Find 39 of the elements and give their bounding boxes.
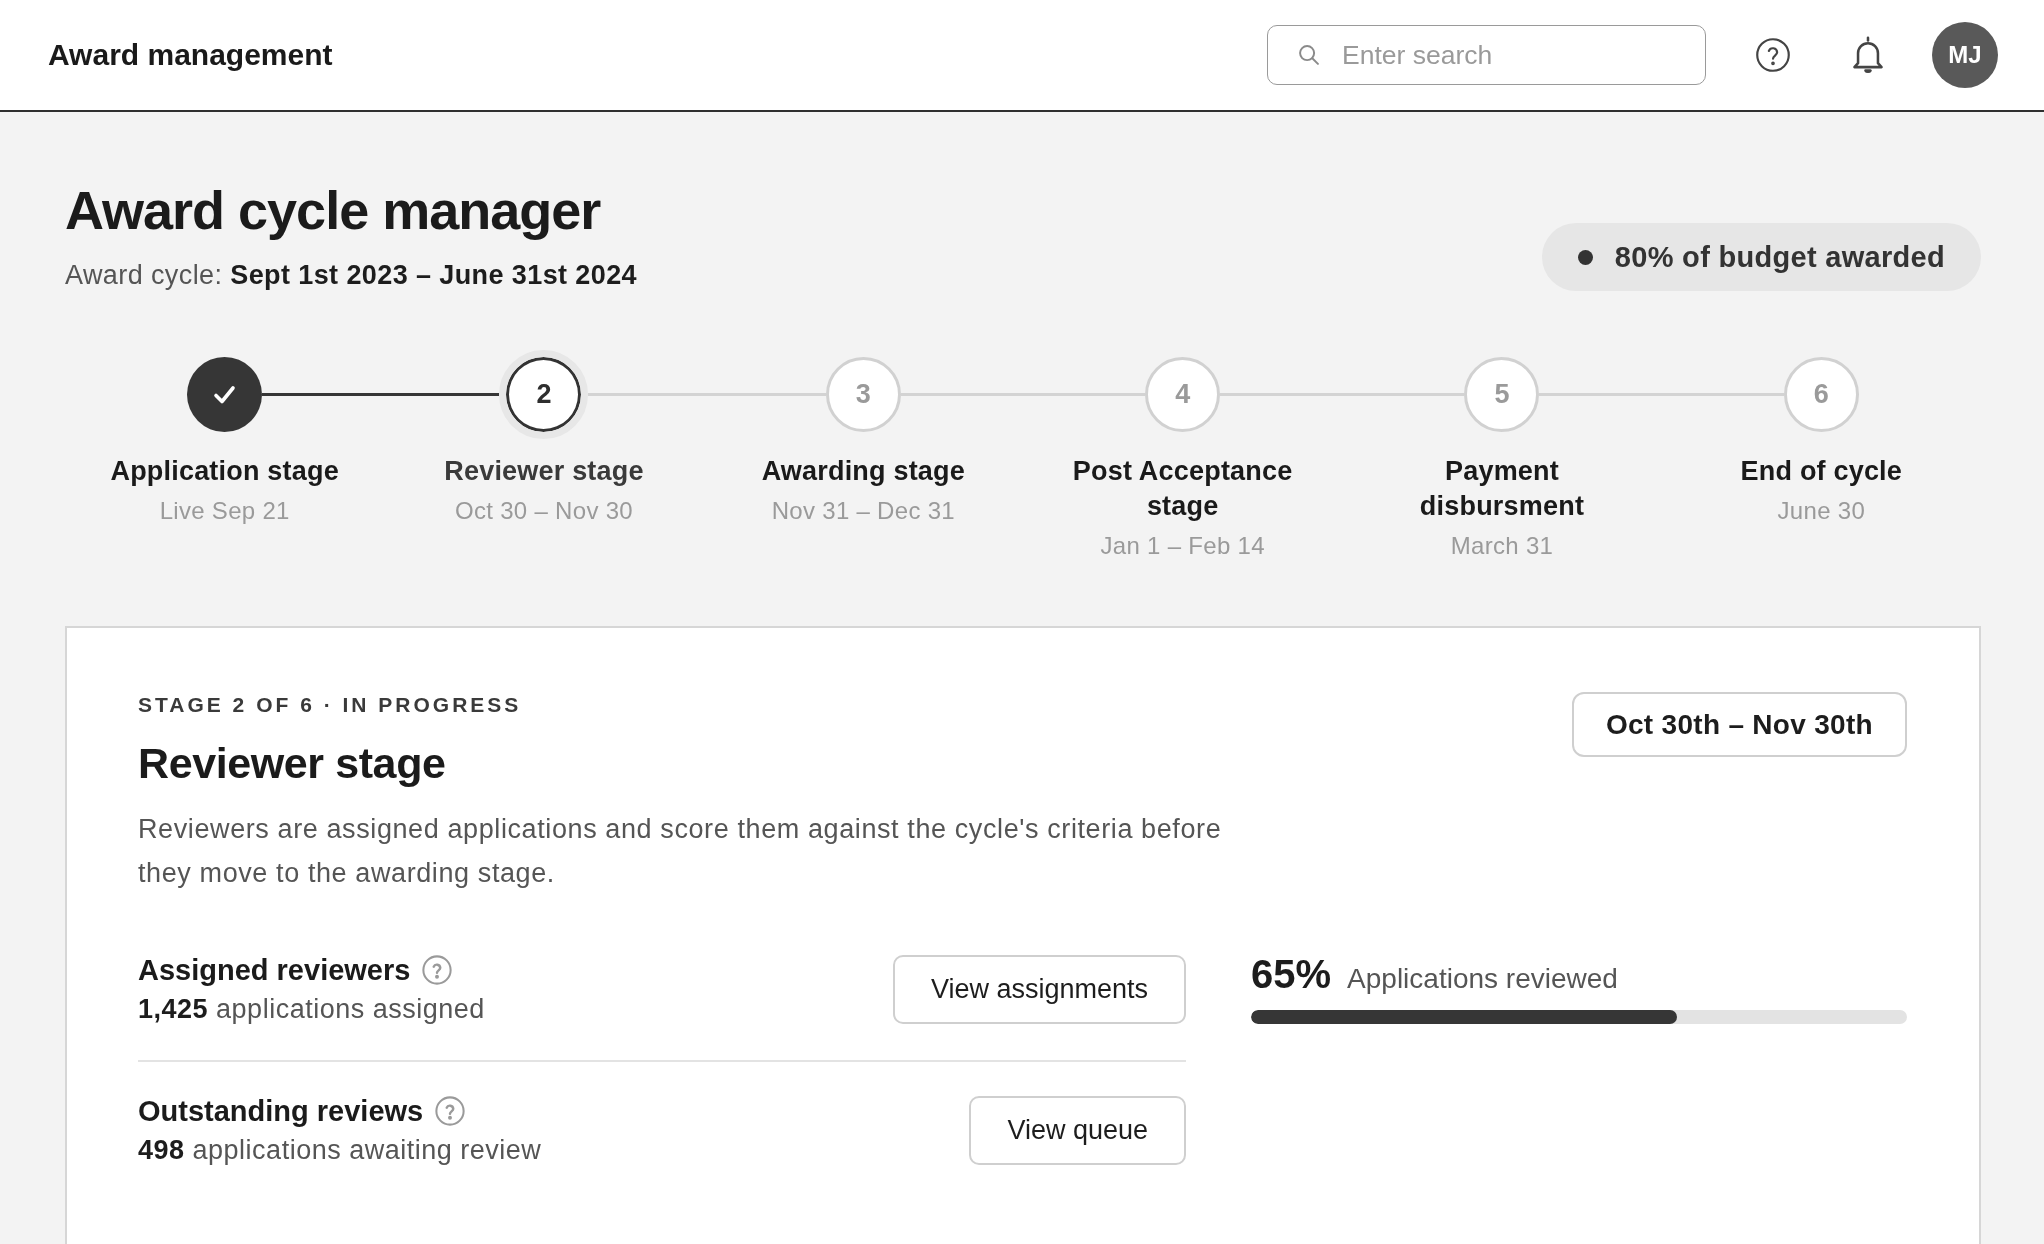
- search-icon: [1299, 45, 1319, 65]
- step-label: Payment disbursment: [1418, 455, 1586, 523]
- status-dot-icon: [1577, 249, 1593, 265]
- page-title: Award cycle manager: [65, 179, 602, 242]
- view-button[interactable]: View queue: [969, 1095, 1186, 1165]
- step-number: 6: [1783, 357, 1859, 432]
- step-date: March 31: [1450, 531, 1554, 561]
- step-label: Application stage: [110, 455, 339, 488]
- step-number: 3: [825, 357, 901, 432]
- stage-status-text: STAGE 2 OF 6 · IN PROGRESS: [138, 692, 522, 718]
- metric-title: Assigned reviewers: [138, 953, 411, 988]
- bell-icon[interactable]: [1852, 36, 1884, 74]
- metric-title: Outstanding reviews: [138, 1094, 424, 1129]
- step-date: Oct 30 – Nov 30: [455, 496, 633, 526]
- step-label: Post Acceptance stage: [1071, 455, 1294, 523]
- metric-detail: 498 applications awaiting review: [138, 1134, 542, 1167]
- step-date: June 30: [1777, 496, 1866, 526]
- award-cycle-text: Award cycle: Sept 1st 2023 – June 31st 2024: [65, 259, 637, 292]
- step-date: Live Sep 21: [159, 496, 290, 526]
- step-date: Nov 31 – Dec 31: [771, 496, 955, 526]
- help-icon[interactable]: [1756, 38, 1790, 72]
- step-number: 5: [1464, 357, 1540, 432]
- progress-label: Applications reviewed: [1347, 962, 1618, 996]
- search-field[interactable]: Enter search: [1267, 25, 1706, 85]
- progress-percent: 65%: [1251, 952, 1332, 996]
- view-button[interactable]: View assignments: [892, 954, 1186, 1024]
- step-label: Reviewer stage: [444, 455, 644, 488]
- step-number: 4: [1145, 357, 1221, 432]
- budget-text: 80% of budget awarded: [1614, 240, 1945, 274]
- date-range-tag: Oct 30th – Nov 30th: [1571, 692, 1907, 757]
- metric-detail: 1,425 applications assigned: [138, 993, 485, 1026]
- stage-description: Reviewers are assigned applications and score them against the cycle's criteria before they move to the awarding stage.: [138, 813, 1223, 890]
- app-title: Award management: [48, 38, 333, 72]
- step-label: End of cycle: [1740, 455, 1903, 488]
- step-label: Awarding stage: [761, 455, 965, 488]
- step-number: 2: [499, 350, 589, 439]
- avatar-button[interactable]: MJ: [1932, 22, 1998, 88]
- step-date: Jan 1 – Feb 14: [1100, 531, 1265, 561]
- stage-title: Reviewer stage: [138, 738, 446, 788]
